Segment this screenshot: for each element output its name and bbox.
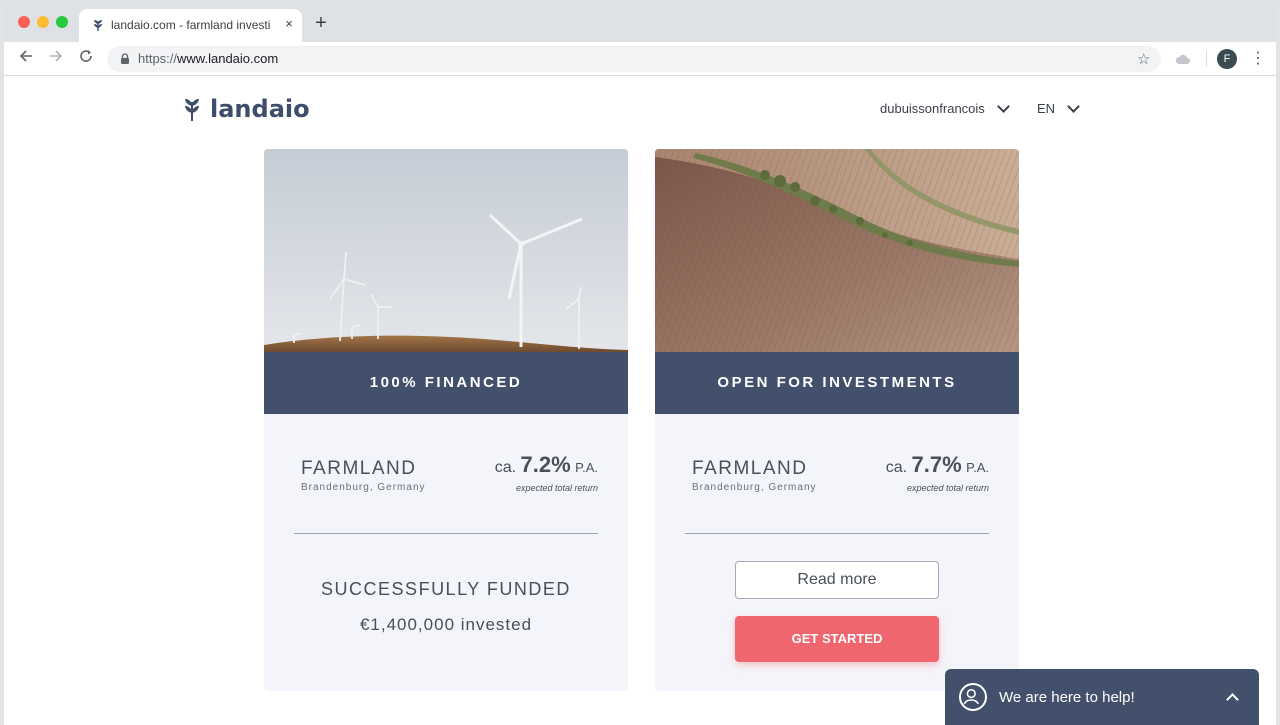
asset-title: FARMLAND bbox=[692, 458, 808, 479]
asset-location: Brandenburg, Germany bbox=[692, 482, 817, 493]
chevron-up-icon[interactable] bbox=[1226, 693, 1239, 706]
bookmark-star-icon[interactable]: ☆ bbox=[1137, 50, 1150, 68]
minimize-window-button[interactable] bbox=[37, 16, 49, 28]
tab-title: landaio.com - farmland investi bbox=[111, 18, 271, 32]
user-menu-label: dubuissonfrancois bbox=[880, 101, 985, 116]
forward-arrow-icon[interactable] bbox=[46, 49, 66, 69]
read-more-button[interactable]: Read more bbox=[735, 561, 939, 599]
funded-amount: €1,400,000 invested bbox=[359, 615, 533, 634]
maximize-window-button[interactable] bbox=[56, 16, 68, 28]
reload-icon[interactable] bbox=[76, 49, 96, 69]
profile-avatar[interactable]: F bbox=[1217, 49, 1237, 69]
return-prefix: ca. bbox=[494, 459, 517, 476]
browser-tab[interactable]: landaio.com - farmland investi × bbox=[79, 9, 302, 42]
return-value: 7.2% bbox=[520, 452, 571, 477]
get-started-button[interactable]: GET STARTED bbox=[735, 616, 939, 662]
return-suffix: P.A. bbox=[575, 460, 598, 475]
card-divider bbox=[685, 533, 989, 534]
funded-status-title: SUCCESSFULLY FUNDED bbox=[321, 579, 571, 599]
user-menu-dropdown[interactable]: dubuissonfrancois bbox=[880, 99, 1010, 116]
back-arrow-icon[interactable] bbox=[16, 49, 36, 69]
return-suffix: P.A. bbox=[966, 460, 989, 475]
page-content: landaio dubuissonfrancois EN 100% FINANC… bbox=[4, 77, 1276, 725]
chevron-down-icon bbox=[1067, 99, 1080, 113]
browser-toolbar: https://www.landaio.com ☆ F ⋮ bbox=[4, 42, 1276, 76]
return-note: expected total return bbox=[515, 483, 598, 493]
asset-title: FARMLAND bbox=[301, 458, 417, 479]
lock-icon bbox=[121, 53, 129, 64]
expected-return: ca. 7.2% P.A. bbox=[495, 452, 598, 478]
card-status-banner: OPEN FOR INVESTMENTS bbox=[655, 352, 1019, 414]
chat-label: We are here to help! bbox=[999, 689, 1135, 706]
plowed-field-photo bbox=[655, 149, 1019, 352]
toolbar-divider bbox=[1206, 51, 1207, 67]
browser-window: landaio.com - farmland investi × + https… bbox=[4, 0, 1276, 725]
wind-turbines-photo bbox=[264, 149, 628, 352]
cloud-extension-icon[interactable] bbox=[1174, 50, 1192, 68]
tab-bar: landaio.com - farmland investi × + bbox=[4, 0, 1276, 42]
tab-close-icon[interactable]: × bbox=[281, 16, 297, 32]
return-value: 7.7% bbox=[911, 452, 962, 477]
address-bar[interactable]: https://www.landaio.com ☆ bbox=[107, 46, 1161, 72]
chat-widget[interactable]: We are here to help! bbox=[945, 669, 1259, 725]
logo-wordmark: landaio bbox=[210, 95, 310, 123]
project-card-open: OPEN FOR INVESTMENTS FARMLAND Brandenbur… bbox=[655, 149, 1019, 691]
landaio-logo[interactable]: landaio bbox=[182, 93, 310, 125]
expected-return: ca. 7.7% P.A. bbox=[886, 452, 989, 478]
card-status-banner: 100% FINANCED bbox=[264, 352, 628, 414]
card-divider bbox=[294, 533, 598, 534]
landaio-favicon-icon bbox=[94, 20, 102, 31]
language-label: EN bbox=[1037, 101, 1056, 116]
url-text: https://www.landaio.com bbox=[138, 51, 279, 66]
return-note: expected total return bbox=[906, 483, 989, 493]
new-tab-button[interactable]: + bbox=[310, 13, 332, 35]
wheat-logo-icon bbox=[185, 99, 199, 121]
return-prefix: ca. bbox=[885, 459, 908, 476]
close-window-button[interactable] bbox=[18, 16, 30, 28]
user-avatar-icon bbox=[959, 683, 987, 711]
browser-menu-icon[interactable]: ⋮ bbox=[1250, 48, 1266, 68]
asset-location: Brandenburg, Germany bbox=[301, 482, 426, 493]
chevron-down-icon bbox=[996, 99, 1010, 113]
project-card-financed: 100% FINANCED FARMLAND Brandenburg, Germ… bbox=[264, 149, 628, 691]
language-dropdown[interactable]: EN bbox=[1037, 99, 1080, 116]
